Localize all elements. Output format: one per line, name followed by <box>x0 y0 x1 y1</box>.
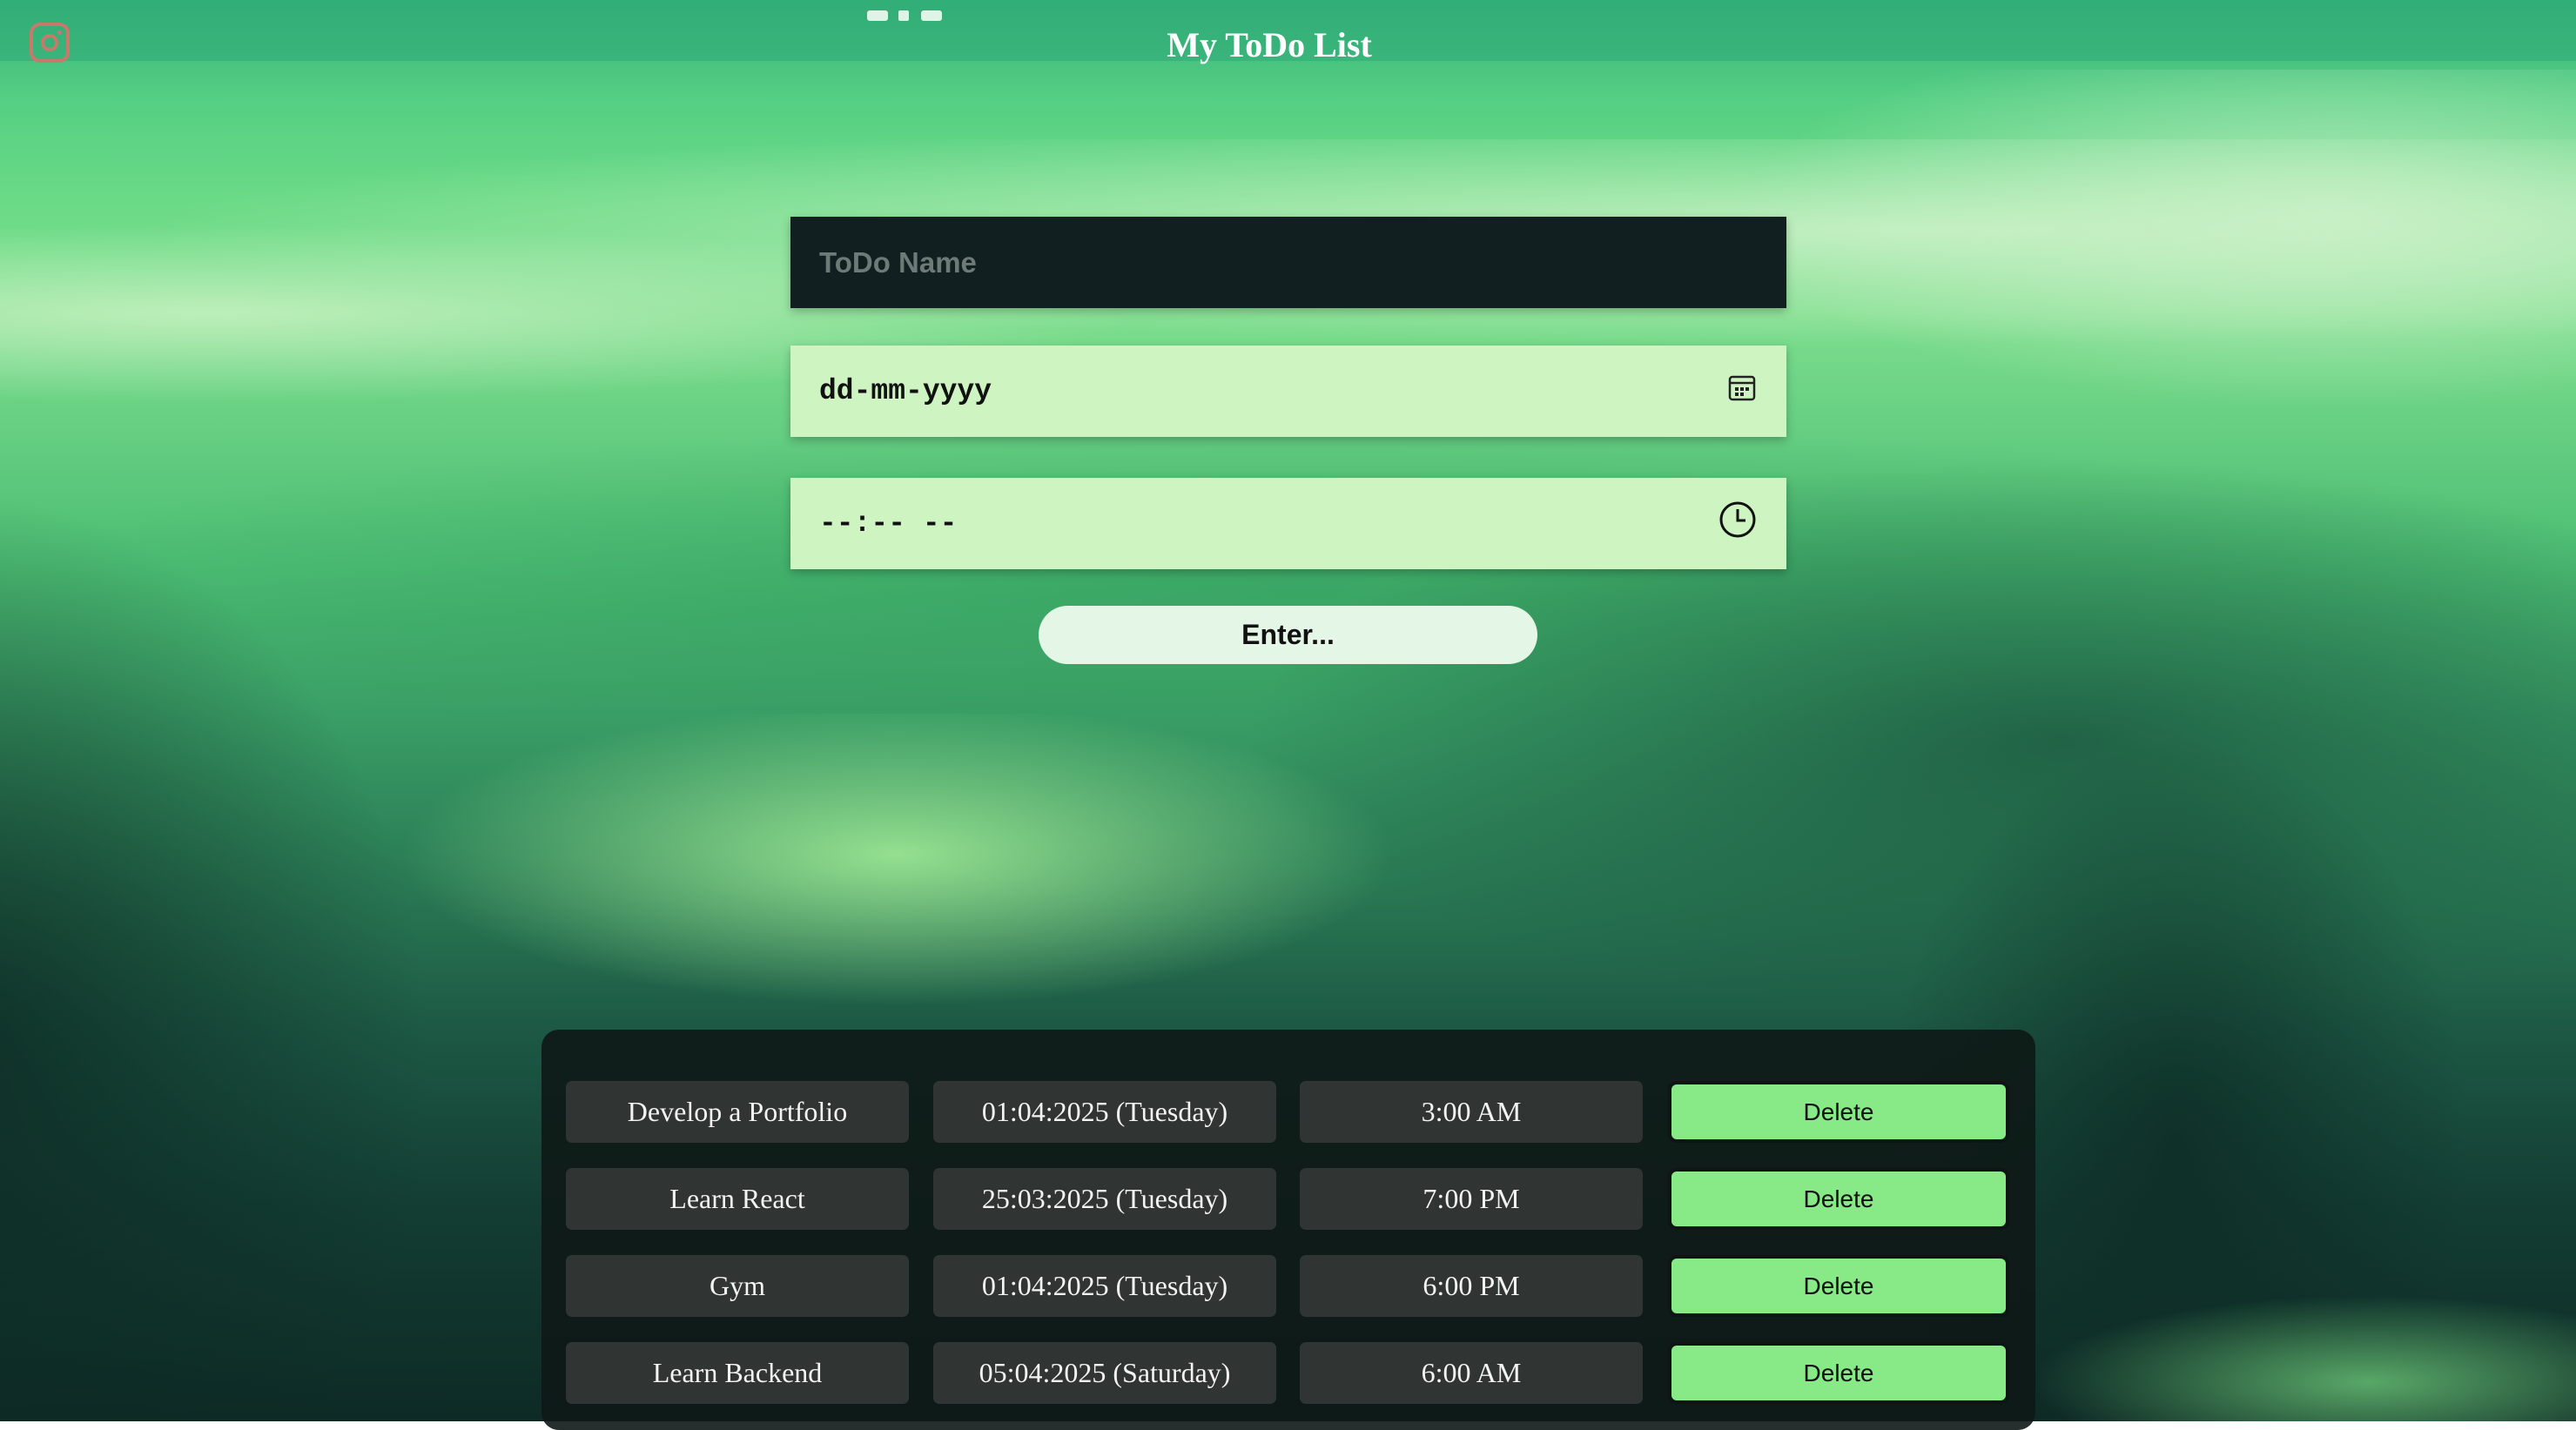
todo-date-cell: 05:04:2025 (Saturday) <box>933 1342 1276 1404</box>
page-title: My ToDo List <box>1167 25 1372 64</box>
delete-button[interactable]: Delete <box>1668 1168 2009 1230</box>
clock-icon[interactable] <box>1718 500 1757 547</box>
todo-name-cell: Learn Backend <box>566 1342 909 1404</box>
delete-button[interactable]: Delete <box>1668 1255 2009 1317</box>
todo-name-placeholder: ToDo Name <box>819 245 977 279</box>
todo-row: Gym 01:04:2025 (Tuesday) 6:00 PM Delete <box>566 1255 2009 1317</box>
todo-time-cell: 6:00 AM <box>1300 1342 1643 1404</box>
date-placeholder: dd-mm-yyyy <box>819 375 992 407</box>
todo-row: Develop a Portfolio 01:04:2025 (Tuesday)… <box>566 1081 2009 1143</box>
todo-date-cell: 25:03:2025 (Tuesday) <box>933 1168 1276 1230</box>
enter-button[interactable]: Enter... <box>1039 606 1537 664</box>
window-dots-decoration <box>867 10 945 23</box>
todo-name-cell: Learn React <box>566 1168 909 1230</box>
time-input[interactable]: --:-- -- <box>790 478 1786 569</box>
time-placeholder: --:-- -- <box>819 507 958 540</box>
todo-name-cell: Gym <box>566 1255 909 1317</box>
calendar-icon[interactable] <box>1727 373 1757 411</box>
delete-button[interactable]: Delete <box>1668 1342 2009 1404</box>
todo-date-cell: 01:04:2025 (Tuesday) <box>933 1081 1276 1143</box>
todo-name-input[interactable]: ToDo Name <box>790 217 1786 308</box>
todo-time-cell: 3:00 AM <box>1300 1081 1643 1143</box>
todo-name-cell: Develop a Portfolio <box>566 1081 909 1143</box>
todo-time-cell: 7:00 PM <box>1300 1168 1643 1230</box>
todo-time-cell: 6:00 PM <box>1300 1255 1643 1317</box>
delete-button[interactable]: Delete <box>1668 1081 2009 1143</box>
todo-date-cell: 01:04:2025 (Tuesday) <box>933 1255 1276 1317</box>
todo-row: Learn Backend 05:04:2025 (Saturday) 6:00… <box>566 1342 2009 1404</box>
todo-row: Learn React 25:03:2025 (Tuesday) 7:00 PM… <box>566 1168 2009 1230</box>
date-input[interactable]: dd-mm-yyyy <box>790 346 1786 437</box>
